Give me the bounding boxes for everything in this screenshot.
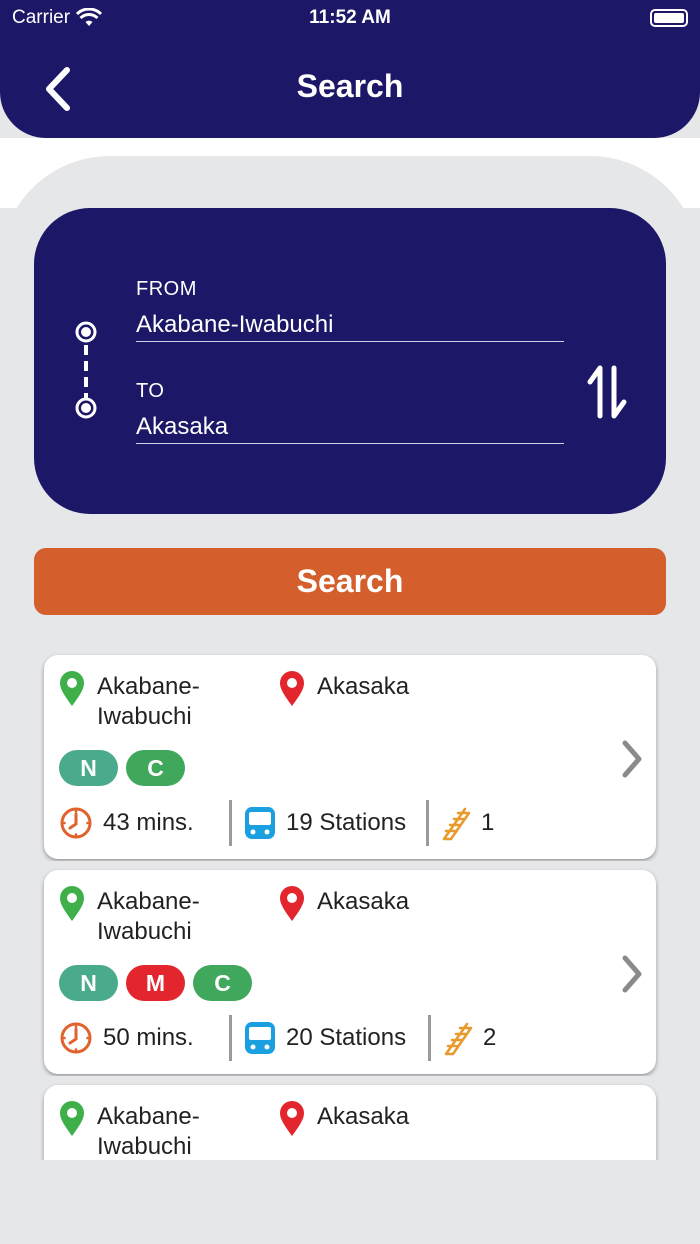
search-button[interactable]: Search (34, 548, 666, 615)
destination-station: Akasaka (317, 888, 410, 915)
escalator-icon (444, 1022, 473, 1056)
origin-pin-icon (60, 1101, 84, 1136)
duration-text: 50 mins. (103, 1024, 194, 1051)
chevron-right-icon (622, 955, 642, 993)
divider (426, 800, 429, 846)
origin-station: Akabane- Iwabuchi (97, 672, 200, 732)
to-label: TO (136, 380, 165, 402)
escalator-icon (442, 807, 471, 841)
destination-station: Akasaka (317, 1103, 410, 1130)
line-badges: N C (59, 750, 185, 786)
results-list: Akabane- Iwabuchi Akasaka N C 43 mins. 1… (34, 650, 666, 1160)
divider (229, 800, 232, 846)
duration: 43 mins. (59, 806, 217, 840)
line-badge: N (59, 750, 118, 786)
destination-pin-icon (280, 1101, 304, 1136)
line-badge: C (126, 750, 185, 786)
route-meta: 43 mins. 19 Stations 1 (59, 800, 494, 846)
to-input[interactable] (136, 410, 564, 444)
destination-station: Akasaka (317, 673, 410, 700)
from-input[interactable] (136, 308, 564, 342)
status-time: 11:52 AM (309, 7, 391, 28)
transfers-text: 2 (483, 1024, 497, 1051)
origin-line-1: Akabane- (97, 673, 200, 700)
origin-pin-icon (60, 886, 84, 921)
clock-icon (60, 1022, 92, 1054)
stations: 20 Stations (244, 1021, 416, 1055)
destination-pin-icon (280, 886, 304, 921)
result-card[interactable]: Akabane- Iwabuchi Akasaka N M C 50 mins. (44, 870, 656, 1074)
line-badges: N M C (59, 965, 252, 1001)
transfers-text: 1 (481, 809, 495, 836)
stations: 19 Stations (244, 806, 414, 840)
line-badge: N (59, 965, 118, 1001)
result-card[interactable]: Akabane- Iwabuchi Akasaka (44, 1085, 656, 1160)
divider (34, 1076, 666, 1084)
page-title: Search (296, 68, 404, 104)
train-icon (245, 807, 275, 839)
duration-text: 43 mins. (103, 809, 194, 836)
origin-station: Akabane- Iwabuchi (97, 1102, 200, 1160)
transfers: 2 (443, 1020, 496, 1056)
status-bar: Carrier 11:52 AM (0, 0, 700, 36)
origin-line-2: Iwabuchi (97, 918, 192, 945)
swap-vertical-icon (587, 365, 627, 419)
origin-line-1: Akabane- (97, 1103, 200, 1130)
chevron-right-icon (622, 740, 642, 778)
destination-pin-icon (280, 671, 304, 706)
line-badge: M (126, 965, 185, 1001)
origin-station: Akabane- Iwabuchi (97, 887, 200, 947)
swap-button[interactable] (586, 362, 630, 422)
clock-icon (60, 807, 92, 839)
divider (34, 861, 666, 869)
route-card: FROM TO (34, 208, 666, 514)
duration: 50 mins. (59, 1021, 217, 1055)
train-icon (245, 1022, 275, 1054)
divider (428, 1015, 431, 1061)
route-meta: 50 mins. 20 Stations 2 (59, 1015, 496, 1061)
origin-line-1: Akabane- (97, 888, 200, 915)
nav-header: Carrier 11:52 AM Search (0, 0, 700, 138)
route-line-icon (75, 321, 97, 419)
origin-line-2: Iwabuchi (97, 1133, 192, 1160)
stations-text: 20 Stations (286, 1024, 407, 1051)
result-card[interactable]: Akabane- Iwabuchi Akasaka N C 43 mins. 1… (44, 655, 656, 859)
from-label: FROM (136, 278, 197, 300)
stations-text: 19 Stations (286, 809, 407, 836)
battery-icon (650, 9, 688, 27)
divider (229, 1015, 232, 1061)
origin-pin-icon (60, 671, 84, 706)
line-badge: C (193, 965, 252, 1001)
origin-line-2: Iwabuchi (97, 703, 192, 730)
transfers: 1 (441, 805, 494, 841)
